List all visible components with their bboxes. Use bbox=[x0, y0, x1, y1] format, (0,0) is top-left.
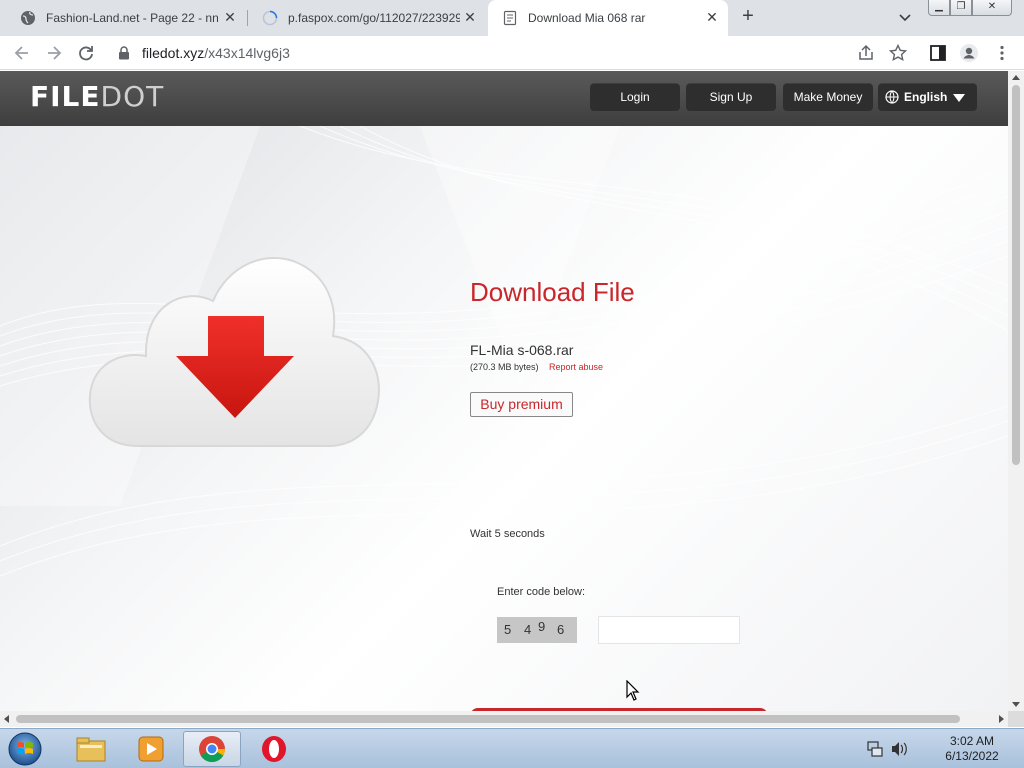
scroll-left-arrow-icon[interactable] bbox=[4, 715, 9, 723]
mouse-cursor-icon bbox=[626, 680, 640, 701]
close-tab-icon[interactable]: ✕ bbox=[222, 9, 238, 25]
login-button[interactable]: Login bbox=[590, 83, 680, 111]
browser-tab-3-active[interactable]: Download Mia 068 rar ✕ bbox=[488, 0, 728, 36]
logo-part-file: FILE bbox=[30, 80, 101, 113]
new-tab-button[interactable]: + bbox=[738, 6, 758, 28]
caret-down-icon bbox=[953, 94, 965, 102]
url-text: filedot.xyz/x43x14lvg6j3 bbox=[142, 45, 290, 61]
restore-button[interactable]: ❐ bbox=[950, 0, 972, 16]
side-panel-icon[interactable] bbox=[928, 43, 948, 63]
download-hero: Download File FL-Mia s-068.rar (270.3 MB… bbox=[0, 126, 1008, 711]
more-menu-icon[interactable] bbox=[992, 43, 1012, 63]
vertical-scroll-thumb[interactable] bbox=[1012, 85, 1020, 465]
download-file-title: Download File bbox=[470, 277, 635, 307]
forward-arrow-icon[interactable] bbox=[44, 43, 64, 63]
filedot-logo[interactable]: FILEDOT bbox=[30, 80, 164, 113]
clock-date: 6/13/2022 bbox=[945, 749, 999, 763]
download-cloud-icon bbox=[88, 256, 380, 447]
browser-toolbar: filedot.xyz/x43x14lvg6j3 bbox=[0, 36, 1024, 70]
browser-tab-2[interactable]: p.faspox.com/go/112027/22392921 ✕ bbox=[248, 0, 486, 36]
url-path: /x43x14lvg6j3 bbox=[204, 45, 290, 61]
file-size: (270.3 MB bytes) bbox=[470, 362, 539, 372]
profile-avatar-icon[interactable] bbox=[959, 43, 979, 63]
signup-button[interactable]: Sign Up bbox=[686, 83, 776, 111]
url-host: filedot.xyz bbox=[142, 45, 205, 61]
share-icon[interactable] bbox=[856, 43, 876, 63]
wait-countdown-text: Wait 5 seconds bbox=[470, 528, 545, 540]
bookmark-star-icon[interactable] bbox=[888, 43, 908, 63]
close-tab-icon[interactable]: ✕ bbox=[462, 9, 478, 25]
tab-title: Download Mia 068 rar bbox=[528, 11, 646, 25]
make-money-button[interactable]: Make Money bbox=[783, 83, 873, 111]
captcha-digit: 5 bbox=[504, 622, 512, 637]
captcha-digit: 4 bbox=[524, 622, 532, 637]
page-icon bbox=[503, 10, 517, 26]
captcha-digit: 6 bbox=[557, 622, 565, 637]
browser-tab-strip: Fashion-Land.net - Page 22 - nnsl ✕ p.fa… bbox=[0, 0, 1024, 36]
file-name: FL-Mia s-068.rar bbox=[470, 342, 574, 358]
window-controls: ▁ ❐ ✕ bbox=[928, 0, 1012, 18]
address-bar[interactable]: filedot.xyz/x43x14lvg6j3 bbox=[110, 40, 890, 66]
globe-icon bbox=[21, 11, 35, 25]
captcha-instruction: Enter code below: bbox=[497, 586, 586, 598]
close-window-button[interactable]: ✕ bbox=[972, 0, 1012, 16]
system-tray-icons[interactable] bbox=[866, 739, 910, 759]
globe-icon bbox=[885, 90, 899, 104]
horizontal-scrollbar[interactable] bbox=[0, 711, 1008, 727]
page-viewport: FILEDOT Login Sign Up Make Money English bbox=[0, 71, 1008, 711]
horizontal-scroll-thumb[interactable] bbox=[16, 715, 960, 723]
start-button-icon[interactable] bbox=[6, 731, 44, 767]
language-dropdown[interactable]: English bbox=[878, 83, 977, 111]
captcha-image: 5 4 9 6 bbox=[497, 617, 577, 643]
browser-tab-1[interactable]: Fashion-Land.net - Page 22 - nnsl ✕ bbox=[6, 0, 246, 36]
system-clock[interactable]: 3:02 AM 6/13/2022 bbox=[930, 734, 1014, 764]
vertical-scrollbar[interactable] bbox=[1008, 71, 1024, 711]
scrollbar-corner bbox=[1008, 711, 1024, 727]
back-arrow-icon[interactable] bbox=[12, 43, 32, 63]
opera-icon[interactable] bbox=[245, 731, 303, 767]
scroll-up-arrow-icon[interactable] bbox=[1012, 75, 1020, 80]
close-tab-icon[interactable]: ✕ bbox=[704, 9, 720, 25]
captcha-digit: 9 bbox=[538, 619, 546, 634]
site-header: FILEDOT Login Sign Up Make Money English bbox=[0, 71, 1008, 126]
scroll-right-arrow-icon[interactable] bbox=[999, 715, 1004, 723]
language-label: English bbox=[904, 90, 948, 104]
media-player-icon[interactable] bbox=[122, 731, 180, 767]
loading-icon bbox=[262, 10, 278, 26]
scroll-down-arrow-icon[interactable] bbox=[1012, 702, 1020, 707]
chrome-icon[interactable] bbox=[183, 731, 241, 767]
captcha-code-input[interactable] bbox=[598, 616, 740, 644]
logo-part-dot: DOT bbox=[100, 80, 165, 113]
reload-icon[interactable] bbox=[76, 43, 96, 63]
chevron-down-icon[interactable] bbox=[896, 8, 914, 26]
clock-time: 3:02 AM bbox=[949, 734, 995, 748]
buy-premium-button[interactable]: Buy premium bbox=[470, 392, 573, 417]
tab-title: p.faspox.com/go/112027/22392921 bbox=[288, 11, 460, 25]
lock-icon[interactable] bbox=[118, 46, 130, 60]
minimize-button[interactable]: ▁ bbox=[928, 0, 950, 16]
tab-title: Fashion-Land.net - Page 22 - nnsl bbox=[46, 11, 218, 25]
windows-taskbar: 3:02 AM 6/13/2022 bbox=[0, 728, 1024, 768]
report-abuse-link[interactable]: Report abuse bbox=[549, 362, 603, 372]
file-explorer-icon[interactable] bbox=[62, 731, 120, 767]
